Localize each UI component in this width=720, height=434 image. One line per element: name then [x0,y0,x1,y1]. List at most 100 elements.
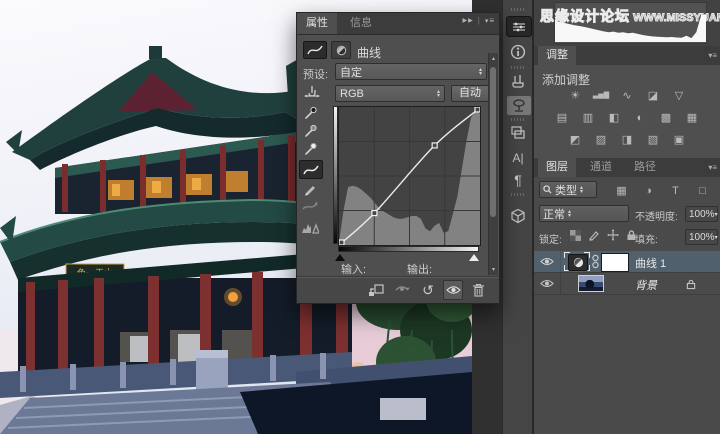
curve-point[interactable] [475,107,480,112]
curve-point[interactable] [339,240,344,245]
dock-grip [511,118,525,121]
fill-value: 100% [689,232,715,243]
scroll-down-icon[interactable]: ▾ [489,266,498,273]
panel-menu-icon[interactable]: ▾≡ [708,163,717,172]
white-point-eyedropper[interactable] [299,141,321,158]
delete-icon[interactable] [469,281,487,299]
layer-row-background[interactable]: 背景 [534,273,720,295]
fill-field[interactable]: 100% ▾ [685,229,718,245]
brush-panel-icon[interactable] [506,72,530,91]
auto-button[interactable]: 自动 [451,85,489,102]
adjustment-filter-icon[interactable]: ◑ [639,184,658,198]
reset-icon[interactable]: ↺ [419,281,437,299]
tab-info[interactable]: 信息 [341,13,381,34]
levels-icon[interactable]: ▃▅▇ [592,89,611,103]
vibrance-icon[interactable]: ▽ [670,89,689,103]
curve-grid[interactable] [338,106,481,246]
lock-position-icon[interactable] [607,229,619,241]
shadow-input-slider[interactable] [335,254,345,261]
layer-row-curves-1[interactable]: 曲线 1 [534,251,720,273]
smooth-curve-tool[interactable] [299,197,321,214]
lock-transparency-icon[interactable] [570,230,581,241]
image-filter-icon[interactable]: ▦ [612,184,631,198]
stepper-icon: ▴▾ [580,186,583,194]
curves-adjustment-thumbnail[interactable] [568,254,588,271]
preset-value: 自定 [340,64,479,80]
exposure-icon[interactable]: ◪ [644,89,663,103]
selective-color-icon[interactable]: ▣ [670,133,689,147]
layer-comps-panel-icon[interactable] [506,123,530,142]
tab-adjustments[interactable]: 调整 [538,46,576,65]
layers-tab-row: 图层 通道 路径 ▾≡ [534,158,720,178]
edit-points-tool[interactable] [299,160,323,179]
layer-name[interactable]: 背景 [635,277,657,293]
visibility-eye-icon[interactable] [443,280,463,300]
stepper-icon: ▴▾ [479,68,482,76]
photo-filter-icon[interactable]: ◐ [631,111,650,125]
layer-filter-select[interactable]: 类型 ▴▾ [539,181,597,198]
3d-panel-icon[interactable] [506,206,530,225]
curve-display-options[interactable] [299,219,321,236]
scrollbar-thumb[interactable] [490,67,496,217]
highlight-input-slider[interactable] [469,254,479,261]
tab-paths[interactable]: 路径 [626,158,664,177]
paragraph-panel-icon[interactable]: ¶ [506,170,530,189]
separator: | [478,16,481,25]
curve-point[interactable] [432,143,437,148]
tab-channels[interactable]: 通道 [582,158,620,177]
mask-link-icon[interactable] [592,254,599,269]
tab-properties[interactable]: 属性 [297,13,337,34]
invert-icon[interactable]: ◩ [566,133,585,147]
color-balance-icon[interactable]: ▥ [579,111,598,125]
watermark-en: WWW.MISSYUAN.COM [633,12,720,24]
lock-pixels-icon[interactable] [588,229,600,241]
layer-filter-value: 类型 [555,182,577,198]
curves-badge-icon [303,41,327,59]
clip-to-layer-icon[interactable] [367,281,385,299]
black-white-icon[interactable]: ◧ [605,111,624,125]
layer-visibility-toggle[interactable] [534,251,561,272]
background-layer-thumbnail[interactable] [578,275,604,292]
curve-point[interactable] [372,211,377,216]
panel-menu-icon[interactable]: ▾≡ [708,51,717,60]
preset-select[interactable]: 自定 ▴▾ [335,63,487,80]
threshold-icon[interactable]: ◨ [618,133,637,147]
stepper-icon: ▴▾ [437,90,440,98]
clone-source-panel-icon[interactable] [506,95,532,116]
channel-mixer-icon[interactable]: ▩ [657,111,676,125]
background-lock-icon [686,278,696,290]
character-panel-icon[interactable]: A| [506,148,530,167]
opacity-field[interactable]: 100% ▾ [685,206,718,222]
dropdown-arrow-icon: ▾ [715,234,718,241]
panel-scrollbar[interactable]: ▴ ▾ [488,53,498,275]
hue-saturation-icon[interactable]: ▤ [553,111,572,125]
info-panel-icon[interactable] [506,42,530,61]
black-point-eyedropper[interactable] [299,105,321,122]
layer-mask-thumbnail[interactable] [601,253,629,272]
input-label: 输入: [341,261,366,277]
brightness-contrast-icon[interactable]: ☀ [566,89,585,103]
collapse-panel-icon[interactable]: ▶▶ [463,17,474,24]
gray-point-eyedropper[interactable] [299,123,321,140]
targeted-adjustment-tool[interactable] [301,84,323,101]
preset-label: 预设: [303,66,328,82]
tab-layers[interactable]: 图层 [538,158,576,177]
scroll-up-icon[interactable]: ▴ [489,55,498,62]
blend-mode-value: 正常 [543,206,565,222]
type-filter-icon[interactable]: T [666,184,685,198]
channel-select[interactable]: RGB ▴▾ [335,85,445,102]
layer-visibility-toggle[interactable] [534,273,561,294]
layer-name[interactable]: 曲线 1 [635,255,666,271]
clip-to-layer-badge-icon[interactable] [331,41,351,59]
gradient-map-icon[interactable]: ▧ [644,133,663,147]
properties-panel-icon[interactable] [506,16,532,37]
adjustment-layer-selection-brackets [564,252,590,271]
panel-menu-icon[interactable]: ▾≡ [485,16,495,25]
blend-mode-select[interactable]: 正常 ▴▾ [539,205,629,222]
curves-icon[interactable]: ∿ [618,89,637,103]
pencil-tool[interactable] [299,180,321,197]
color-lookup-icon[interactable]: ▦ [683,111,702,125]
shape-filter-icon[interactable]: □ [693,184,712,198]
view-previous-state-icon[interactable] [393,281,411,299]
posterize-icon[interactable]: ▨ [592,133,611,147]
